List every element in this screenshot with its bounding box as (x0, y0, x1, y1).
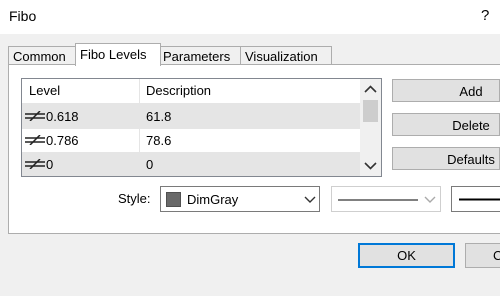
color-swatch (166, 192, 181, 207)
color-dropdown[interactable]: DimGray (160, 186, 320, 212)
cancel-button[interactable]: C (465, 243, 500, 268)
column-header-description[interactable]: Description (146, 83, 211, 98)
tab-parameters[interactable]: Parameters (158, 46, 242, 66)
tab-fibo-levels[interactable]: Fibo Levels (75, 43, 161, 66)
chevron-down-icon[interactable] (304, 194, 316, 204)
delete-button[interactable]: Delete (392, 113, 500, 136)
color-name: DimGray (187, 192, 239, 207)
line-style-preview (338, 199, 418, 201)
vertical-scrollbar[interactable] (360, 79, 381, 176)
window-title: Fibo (9, 8, 37, 24)
add-button[interactable]: Add (392, 79, 500, 102)
level-value[interactable]: 0.786 (46, 133, 79, 148)
chevron-down-icon[interactable] (360, 157, 381, 174)
level-line-icon (25, 135, 45, 145)
chevron-up-icon[interactable] (360, 81, 381, 98)
help-button[interactable]: ? (481, 7, 489, 24)
level-value[interactable]: 0 (46, 157, 53, 172)
ok-button[interactable]: OK (358, 243, 455, 268)
level-line-icon (25, 159, 45, 169)
levels-table[interactable]: Level Description 0.618 61.8 0.786 78.6 … (21, 78, 382, 177)
scrollbar-thumb[interactable] (363, 100, 378, 122)
tab-common[interactable]: Common (8, 46, 80, 66)
tab-visualization[interactable]: Visualization (240, 46, 332, 66)
table-row[interactable]: 0.786 78.6 (22, 128, 360, 153)
description-value[interactable]: 78.6 (146, 133, 171, 148)
column-header-level[interactable]: Level (29, 83, 60, 98)
table-row[interactable]: 0 0 (22, 152, 360, 176)
table-row[interactable]: 0.618 61.8 (22, 104, 360, 129)
line-width-preview (459, 198, 500, 201)
level-value[interactable]: 0.618 (46, 109, 79, 124)
title-bar: Fibo ? (0, 0, 500, 34)
style-label: Style: (118, 191, 151, 206)
chevron-down-icon[interactable] (424, 194, 436, 204)
description-value[interactable]: 61.8 (146, 109, 171, 124)
description-value[interactable]: 0 (146, 157, 153, 172)
line-style-dropdown[interactable] (331, 186, 441, 212)
table-header: Level Description (22, 79, 360, 104)
level-line-icon (25, 111, 45, 121)
defaults-button[interactable]: Defaults (392, 147, 500, 170)
line-width-dropdown[interactable] (451, 186, 500, 212)
